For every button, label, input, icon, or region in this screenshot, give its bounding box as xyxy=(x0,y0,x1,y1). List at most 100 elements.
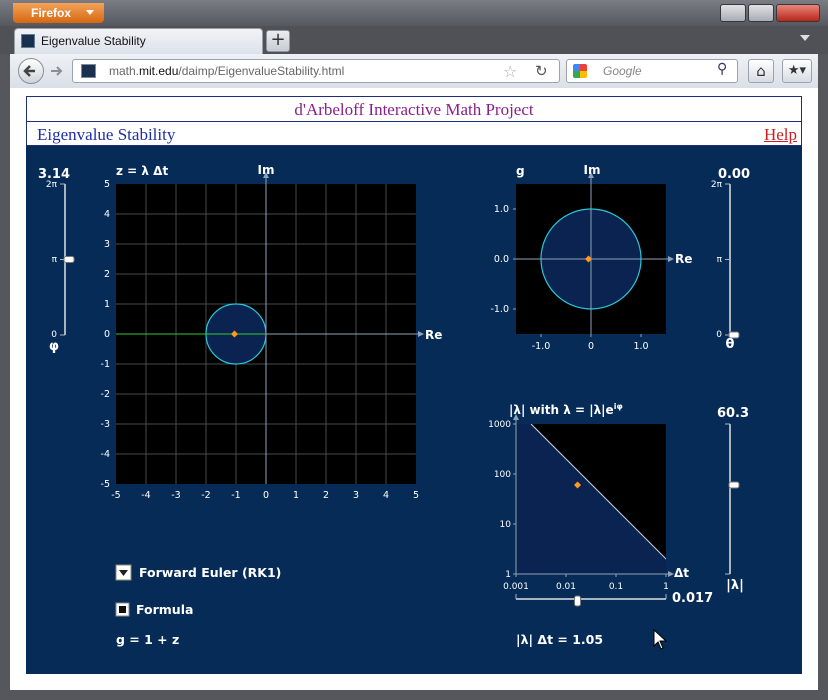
theta-slider[interactable] xyxy=(725,183,740,339)
z-y-tick-label: 1 xyxy=(104,299,110,310)
method-label: Forward Euler (RK1) xyxy=(139,565,281,580)
z-x-tick-label: 4 xyxy=(383,490,389,501)
list-all-tabs-icon[interactable] xyxy=(800,35,810,41)
z-y-tick-label: -4 xyxy=(101,449,110,460)
method-dropdown[interactable]: Forward Euler (RK1) xyxy=(115,564,281,581)
tab-strip: Eigenvalue Stability + xyxy=(0,26,828,54)
eigenvalue-applet: 3.14 2π π 0 φ z = λ Δt Re Im -5 -4 -3 -2… xyxy=(26,146,802,674)
z-x-tick-label: 0 xyxy=(263,490,269,501)
lambda-dt-product: |λ| Δt = 1.05 xyxy=(516,632,603,647)
g-x-tick-label: -1.0 xyxy=(532,341,551,352)
minimize-button[interactable] xyxy=(720,4,746,22)
phi-tick-2pi: 2π xyxy=(46,180,58,190)
z-y-tick-label: 3 xyxy=(104,239,110,250)
theta-tick-0: 0 xyxy=(716,330,722,340)
z-y-tick-label: 4 xyxy=(104,209,110,220)
z-re-axis-arrow xyxy=(418,331,424,337)
url-bar[interactable]: math.mit.edu/daimp/EigenvalueStability.h… xyxy=(72,59,560,83)
phi-tick-pi: π xyxy=(52,255,58,265)
theta-value: 0.00 xyxy=(718,167,750,182)
lambda-slider[interactable] xyxy=(725,423,740,575)
bookmark-star-icon[interactable]: ☆ xyxy=(503,62,517,81)
url-text: math.mit.edu/daimp/EigenvalueStability.h… xyxy=(109,64,344,78)
g-re-axis-arrow xyxy=(668,256,674,262)
url-path: /daimp/EigenvalueStability.html xyxy=(178,64,345,78)
g-x-tick-label: 0 xyxy=(588,341,594,352)
z-y-tick-label: -2 xyxy=(101,389,110,400)
g-axis-im-label: Im xyxy=(584,163,601,177)
g-y-tick-label: -1.0 xyxy=(490,304,509,315)
search-icon[interactable]: ⚲ xyxy=(717,61,727,77)
navigation-toolbar: math.mit.edu/daimp/EigenvalueStability.h… xyxy=(10,54,818,88)
z-plot-title: z = λ Δt xyxy=(116,164,168,178)
g-plane-plot[interactable] xyxy=(516,172,674,334)
lambda-plot-title-exp: iφ xyxy=(614,402,623,411)
window-titlebar: Firefox xyxy=(0,0,828,26)
lambda-slider-thumb[interactable] xyxy=(728,481,740,489)
formula-text: g = 1 + z xyxy=(116,632,179,647)
phi-slider[interactable] xyxy=(60,183,75,336)
z-axis-im-label: Im xyxy=(258,163,275,177)
header-divider xyxy=(27,121,801,122)
lambda-x-tick-label: 0.1 xyxy=(609,582,623,592)
g-y-tick-label: 0.0 xyxy=(494,254,509,265)
reload-icon[interactable]: ↻ xyxy=(535,62,548,80)
lambda-y-tick-label: 100 xyxy=(494,470,511,480)
firefox-menu-label: Firefox xyxy=(31,6,72,20)
z-x-tick-label: -2 xyxy=(201,490,210,501)
close-window-button[interactable] xyxy=(776,4,820,22)
g-axis-re-label: Re xyxy=(675,252,692,266)
arrow-left-icon xyxy=(23,65,35,77)
maximize-button[interactable] xyxy=(748,4,774,22)
lambda-plot-title: |λ| with λ = |λ|eiφ xyxy=(509,402,623,417)
z-x-tick-label: -3 xyxy=(171,490,180,501)
project-title: d'Arbeloff Interactive Math Project xyxy=(294,100,534,119)
z-x-tick-label: 3 xyxy=(353,490,359,501)
url-domain: mit.edu xyxy=(139,64,179,78)
g-x-tick-label: 1.0 xyxy=(633,341,648,352)
firefox-menu-button[interactable]: Firefox xyxy=(13,3,104,23)
g-y-tick-label: 1.0 xyxy=(494,204,509,215)
lambda-axis-dt-label: Δt xyxy=(674,566,689,580)
back-button[interactable] xyxy=(18,58,44,84)
z-axis-re-label: Re xyxy=(425,328,442,342)
theta-tick-pi: π xyxy=(717,255,723,265)
new-tab-button[interactable]: + xyxy=(266,30,290,52)
z-y-tick-label: 0 xyxy=(104,329,110,340)
url-domain-prefix: math. xyxy=(109,64,140,78)
bookmarks-button[interactable]: ★▾ xyxy=(782,59,812,83)
home-button[interactable]: ⌂ xyxy=(748,59,774,83)
search-bar[interactable]: Google ⚲ xyxy=(566,59,738,83)
z-y-tick-label: 5 xyxy=(104,179,110,190)
forward-button[interactable] xyxy=(48,63,64,79)
z-plane-plot[interactable] xyxy=(116,172,424,484)
lambda-y-tick-label: 1 xyxy=(505,570,511,580)
z-y-tick-label: 2 xyxy=(104,269,110,280)
theta-label: θ xyxy=(726,337,735,352)
formula-checkbox[interactable]: Formula xyxy=(115,602,193,617)
chevron-down-icon xyxy=(86,10,94,15)
lambda-label: |λ| xyxy=(726,578,744,593)
z-x-tick-label: 2 xyxy=(323,490,329,501)
tab-title: Eigenvalue Stability xyxy=(41,34,146,48)
dt-slider-thumb[interactable] xyxy=(574,595,582,607)
home-icon: ⌂ xyxy=(756,62,766,80)
z-x-tick-label: 5 xyxy=(413,490,419,501)
dt-slider[interactable] xyxy=(515,594,667,607)
z-x-tick-label: -5 xyxy=(111,490,120,501)
lambda-value: 60.3 xyxy=(717,406,749,421)
phi-slider-thumb[interactable] xyxy=(63,256,75,264)
lambda-x-tick-label: 1 xyxy=(663,582,669,592)
tab-eigenvalue-stability[interactable]: Eigenvalue Stability xyxy=(14,28,263,54)
lambda-y-tick-label: 10 xyxy=(500,520,512,530)
page-favicon-icon xyxy=(21,34,35,48)
applet-canvas: 3.14 2π π 0 φ z = λ Δt Re Im -5 -4 -3 -2… xyxy=(38,163,750,650)
google-engine-icon[interactable] xyxy=(573,64,587,78)
z-y-tick-label: -3 xyxy=(101,419,110,430)
z-x-tick-label: 1 xyxy=(293,490,299,501)
g-plot-title: g xyxy=(516,164,525,178)
lambda-y-tick-label: 1000 xyxy=(488,420,511,430)
lambda-dt-plot[interactable] xyxy=(513,414,681,577)
help-link[interactable]: Help xyxy=(764,125,797,145)
phi-label: φ xyxy=(49,339,59,354)
